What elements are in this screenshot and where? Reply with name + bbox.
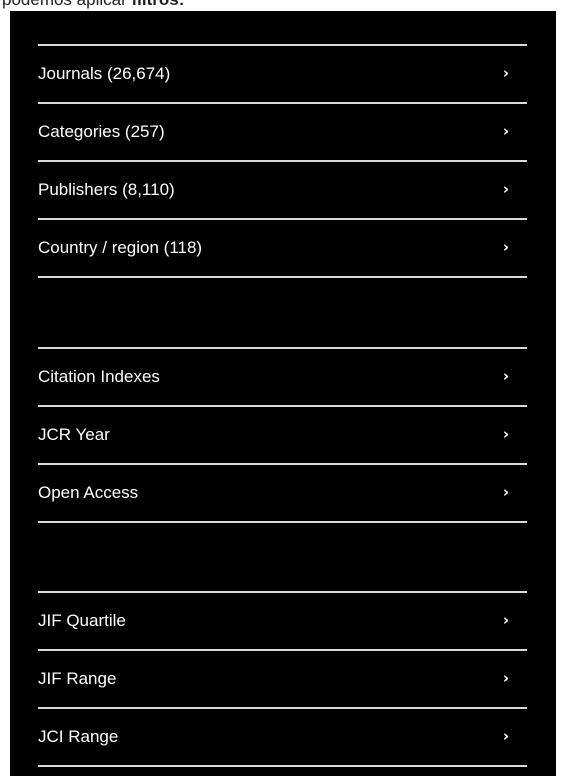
filter-label: Open Access bbox=[38, 483, 139, 502]
chevron-right-icon: › bbox=[502, 64, 509, 82]
filter-label: JIF Range bbox=[38, 669, 117, 688]
chevron-right-icon: › bbox=[502, 122, 509, 140]
filter-label: Country / region (118) bbox=[38, 238, 203, 257]
filter-label: Journals (26,674) bbox=[38, 64, 171, 83]
chevron-right-icon: › bbox=[502, 238, 509, 256]
filter-open-access[interactable]: Open Access › bbox=[38, 465, 527, 523]
filter-label: Citation Indexes bbox=[38, 367, 160, 386]
filter-jcr-year[interactable]: JCR Year › bbox=[38, 407, 527, 465]
filter-citation-indexes[interactable]: Citation Indexes › bbox=[38, 349, 527, 407]
filter-label: Categories (257) bbox=[38, 122, 165, 141]
caption-strip: podemos aplicar filtros: bbox=[0, 0, 566, 11]
filter-label: Publishers (8,110) bbox=[38, 180, 175, 199]
filter-group-entities: Journals (26,674) › Categories (257) › P… bbox=[38, 44, 527, 278]
caption-emphasis: filtros: bbox=[131, 0, 184, 9]
filter-group-metrics: JIF Quartile › JIF Range › JCI Range › bbox=[38, 591, 527, 767]
filter-jci-range[interactable]: JCI Range › bbox=[38, 709, 527, 767]
filter-group-indexes: Citation Indexes › JCR Year › Open Acces… bbox=[38, 347, 527, 523]
filter-panel: Journals (26,674) › Categories (257) › P… bbox=[10, 11, 556, 776]
filter-country-region[interactable]: Country / region (118) › bbox=[38, 220, 527, 278]
filter-label: JCI Range bbox=[38, 727, 119, 746]
caption-text: podemos aplicar filtros: bbox=[2, 0, 184, 9]
filter-jif-range[interactable]: JIF Range › bbox=[38, 651, 527, 709]
filter-jif-quartile[interactable]: JIF Quartile › bbox=[38, 593, 527, 651]
caption-prefix: podemos aplicar bbox=[2, 0, 131, 9]
filter-categories[interactable]: Categories (257) › bbox=[38, 104, 527, 162]
filter-label: JCR Year bbox=[38, 425, 110, 444]
filter-publishers[interactable]: Publishers (8,110) › bbox=[38, 162, 527, 220]
filter-journals[interactable]: Journals (26,674) › bbox=[38, 46, 527, 104]
filter-label: JIF Quartile bbox=[38, 611, 126, 630]
chevron-right-icon: › bbox=[502, 727, 509, 745]
chevron-right-icon: › bbox=[502, 669, 509, 687]
chevron-right-icon: › bbox=[502, 611, 509, 629]
chevron-right-icon: › bbox=[502, 483, 509, 501]
chevron-right-icon: › bbox=[502, 180, 509, 198]
chevron-right-icon: › bbox=[502, 425, 509, 443]
chevron-right-icon: › bbox=[502, 367, 509, 385]
